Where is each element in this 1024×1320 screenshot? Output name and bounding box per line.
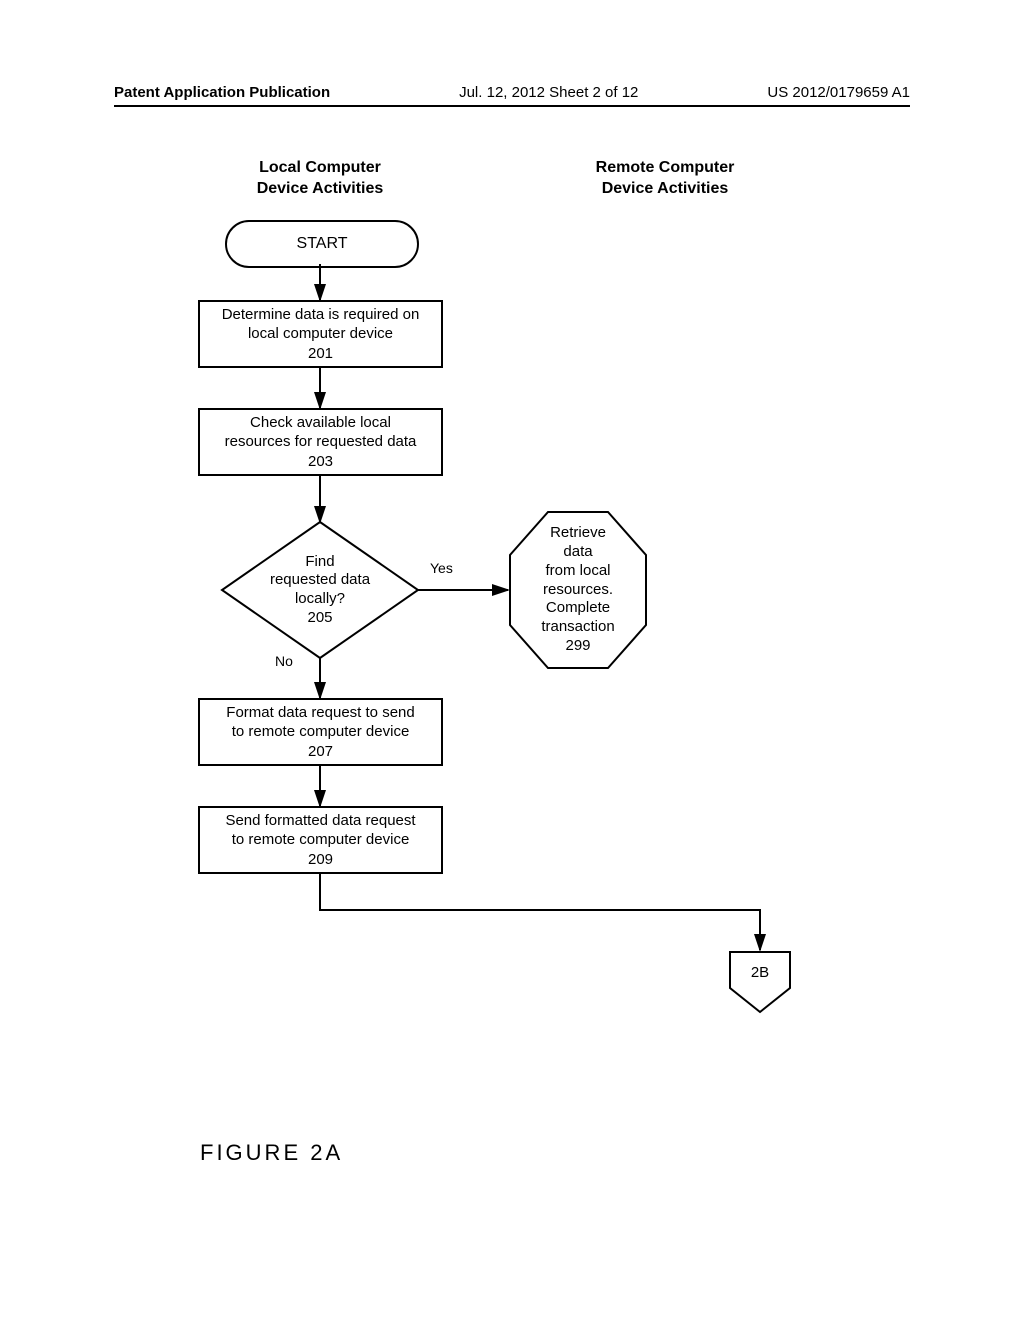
offpage-connector-2b: 2B bbox=[728, 950, 792, 1014]
process-203-text: Check available localresources for reque… bbox=[225, 413, 417, 452]
process-201-ref: 201 bbox=[308, 344, 333, 364]
edge-label-yes: Yes bbox=[430, 560, 453, 576]
figure-label: FIGURE 2A bbox=[200, 1140, 343, 1166]
decision-205-text: Findrequested datalocally? bbox=[270, 553, 370, 609]
terminal-299-text: Retrievedatafrom localresources.Complete… bbox=[541, 524, 614, 637]
terminal-299-ref: 299 bbox=[565, 637, 590, 656]
process-209-ref: 209 bbox=[308, 850, 333, 870]
offpage-label: 2B bbox=[751, 964, 769, 981]
terminal-299: Retrievedatafrom localresources.Complete… bbox=[508, 510, 648, 670]
start-terminal: START bbox=[225, 220, 419, 268]
process-203-ref: 203 bbox=[308, 452, 333, 472]
header-right: US 2012/0179659 A1 bbox=[767, 84, 910, 101]
process-207: Format data request to sendto remote com… bbox=[198, 698, 443, 766]
process-201: Determine data is required onlocal compu… bbox=[198, 300, 443, 368]
local-column-heading: Local ComputerDevice Activities bbox=[210, 158, 430, 200]
edge-label-no: No bbox=[275, 653, 293, 669]
decision-205-ref: 205 bbox=[307, 609, 332, 628]
decision-205: Findrequested datalocally? 205 bbox=[220, 520, 420, 660]
page-header: Patent Application Publication Jul. 12, … bbox=[114, 84, 910, 107]
process-207-text: Format data request to sendto remote com… bbox=[226, 703, 414, 742]
process-207-ref: 207 bbox=[308, 742, 333, 762]
process-209: Send formatted data requestto remote com… bbox=[198, 806, 443, 874]
flowchart: Local ComputerDevice Activities Remote C… bbox=[150, 150, 880, 1150]
header-left: Patent Application Publication bbox=[114, 84, 330, 101]
start-label: START bbox=[297, 235, 348, 253]
process-201-text: Determine data is required onlocal compu… bbox=[222, 305, 420, 344]
process-203: Check available localresources for reque… bbox=[198, 408, 443, 476]
process-209-text: Send formatted data requestto remote com… bbox=[225, 811, 415, 850]
header-center: Jul. 12, 2012 Sheet 2 of 12 bbox=[459, 84, 638, 101]
remote-column-heading: Remote ComputerDevice Activities bbox=[550, 158, 780, 200]
